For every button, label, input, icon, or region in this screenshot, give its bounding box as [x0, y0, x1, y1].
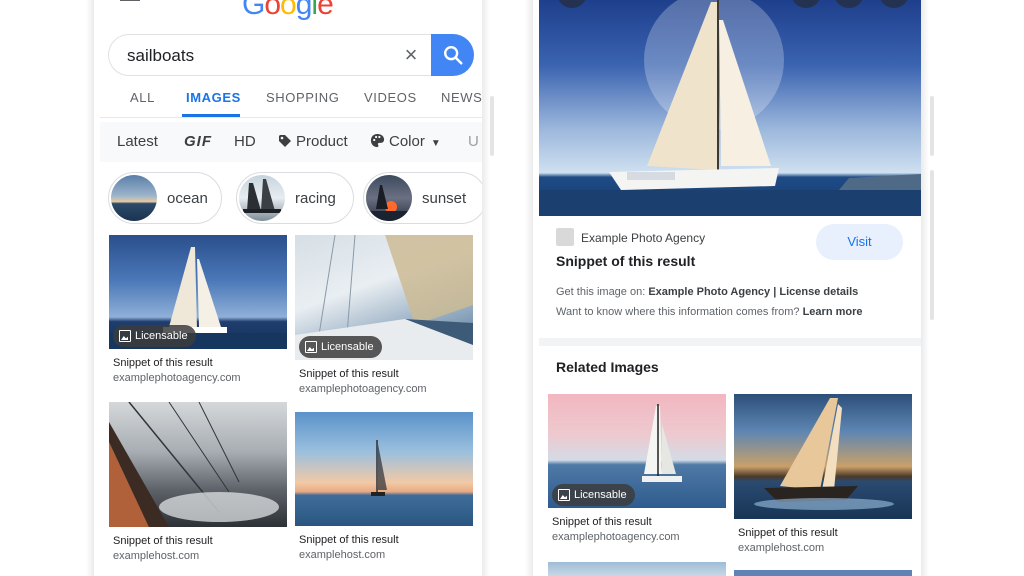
chip-thumbnail: [239, 175, 285, 221]
related-images-heading: Related Images: [556, 359, 659, 375]
image-preview-screen: Example Photo Agency Visit Snippet of th…: [539, 0, 921, 576]
image-result[interactable]: Snippet of this result examplehost.com: [109, 402, 287, 567]
image-result[interactable]: Licensable Snippet of this result exampl…: [295, 235, 473, 395]
image-result[interactable]: Snippet of this result examplehost.com: [295, 412, 473, 567]
licensable-badge: Licensable: [113, 325, 196, 347]
menu-icon[interactable]: [120, 0, 140, 4]
result-snippet: Snippet of this result: [299, 534, 399, 546]
chip-label: racing: [295, 190, 336, 207]
phone-edge-left: [482, 0, 490, 576]
learn-more-link[interactable]: Learn more: [803, 306, 863, 318]
chip-thumbnail: [366, 175, 412, 221]
tab-shopping[interactable]: SHOPPING: [266, 90, 339, 105]
result-image[interactable]: [734, 394, 912, 519]
search-input[interactable]: sailboats ×: [108, 34, 474, 76]
related-image-result[interactable]: Licensable Snippet of this result exampl…: [548, 394, 726, 554]
phone-side-button: [490, 96, 494, 156]
phone-side-button: [930, 170, 934, 320]
result-host[interactable]: examplehost.com: [113, 550, 199, 562]
google-logo[interactable]: Google: [242, 0, 334, 22]
palette-icon: [370, 133, 385, 148]
filter-latest[interactable]: Latest: [117, 133, 158, 150]
filter-more[interactable]: U: [468, 133, 479, 150]
search-button[interactable]: [431, 34, 474, 76]
chip-ocean[interactable]: ocean: [108, 172, 222, 224]
tab-videos[interactable]: VIDEOS: [364, 90, 417, 105]
result-host[interactable]: examplehost.com: [299, 549, 385, 561]
chip-label: sunset: [422, 190, 467, 207]
licensable-badge: Licensable: [299, 336, 382, 358]
source-favicon: [556, 228, 574, 246]
search-icon: [444, 46, 463, 65]
related-image-partial[interactable]: [548, 562, 726, 576]
filter-gif[interactable]: GIF: [184, 133, 212, 150]
image-icon: [119, 330, 131, 342]
license-details-link[interactable]: License details: [779, 286, 858, 298]
phone-side-button: [930, 96, 934, 156]
close-icon[interactable]: ×: [401, 44, 421, 66]
chip-sunset[interactable]: sunset: [363, 172, 482, 224]
search-query[interactable]: sailboats: [127, 46, 194, 66]
related-image-partial[interactable]: [734, 570, 912, 576]
licensable-badge: Licensable: [552, 484, 635, 506]
phone-edge-right: [921, 0, 929, 576]
filter-color[interactable]: Color ▼: [370, 133, 441, 150]
info-source-text: Want to know where this information come…: [556, 306, 863, 318]
image-icon: [558, 489, 570, 501]
related-image-result[interactable]: Snippet of this result examplehost.com: [734, 394, 912, 554]
result-snippet: Snippet of this result: [113, 357, 213, 369]
tag-icon: [279, 135, 291, 147]
tab-news[interactable]: NEWS: [441, 90, 482, 105]
license-info: Get this image on: Example Photo Agency …: [556, 286, 859, 298]
agency-link[interactable]: Example Photo Agency: [648, 286, 770, 298]
result-host[interactable]: examplephotoagency.com: [552, 531, 680, 543]
tab-images[interactable]: IMAGES: [186, 90, 241, 105]
result-image[interactable]: [109, 402, 287, 527]
visit-button[interactable]: Visit: [816, 224, 903, 260]
phone-edge-right: [525, 0, 533, 576]
result-image[interactable]: [295, 412, 473, 526]
source-name[interactable]: Example Photo Agency: [581, 231, 705, 245]
preview-image[interactable]: [539, 0, 921, 216]
image-result[interactable]: Licensable Snippet of this result exampl…: [109, 235, 287, 395]
chip-label: ocean: [167, 190, 208, 207]
result-title[interactable]: Snippet of this result: [556, 253, 695, 269]
result-snippet: Snippet of this result: [299, 368, 399, 380]
result-snippet: Snippet of this result: [738, 527, 838, 539]
phone-edge-left: [86, 0, 94, 576]
search-results-screen: Google sailboats × ALL IMAGES SHOPPING V…: [100, 0, 482, 576]
filter-hd[interactable]: HD: [234, 133, 256, 150]
chip-racing[interactable]: racing: [236, 172, 354, 224]
image-icon: [305, 341, 317, 353]
tab-all[interactable]: ALL: [130, 90, 155, 105]
chip-thumbnail: [111, 175, 157, 221]
chevron-down-icon: ▼: [430, 138, 441, 149]
section-divider: [539, 338, 921, 346]
active-tab-indicator: [182, 114, 240, 117]
filter-bar: Latest GIF HD Product Color ▼ U: [100, 122, 482, 162]
result-snippet: Snippet of this result: [113, 535, 213, 547]
result-host[interactable]: examplephotoagency.com: [113, 372, 241, 384]
result-host[interactable]: examplehost.com: [738, 542, 824, 554]
filter-product[interactable]: Product: [278, 133, 348, 150]
result-snippet: Snippet of this result: [552, 516, 652, 528]
result-host[interactable]: examplephotoagency.com: [299, 383, 427, 395]
search-tabs: ALL IMAGES SHOPPING VIDEOS NEWS: [100, 86, 482, 118]
